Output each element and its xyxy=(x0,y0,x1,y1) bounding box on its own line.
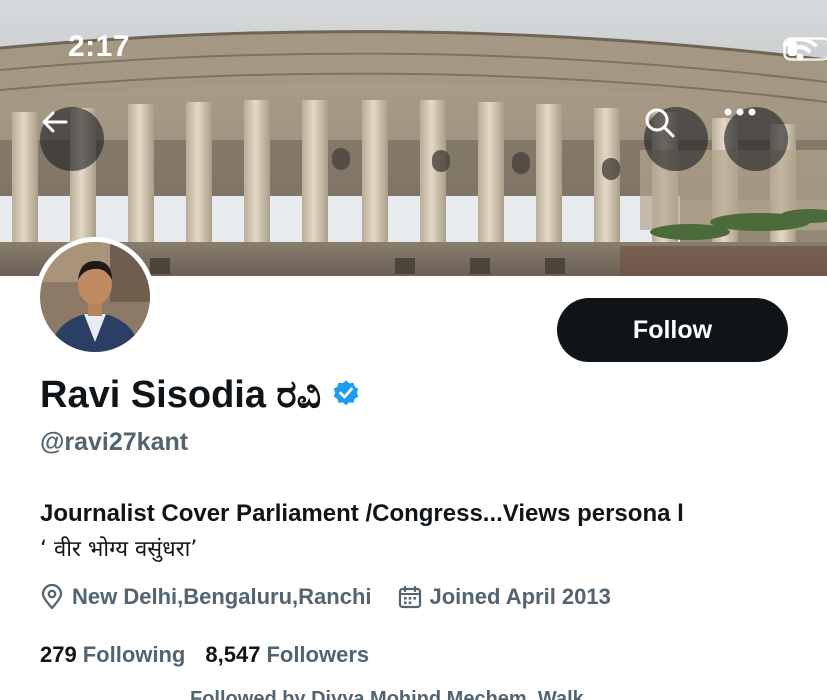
followers-label: Followers xyxy=(266,642,370,667)
profile-bio: Journalist Cover Parliament /Congress...… xyxy=(40,496,800,568)
following-count: 279 xyxy=(40,642,77,667)
avatar-photo xyxy=(40,242,150,352)
status-time: 2:17 xyxy=(68,30,131,63)
status-icons xyxy=(783,36,827,64)
profile-name-row: Ravi Sisodia ರವಿ xyxy=(40,374,361,417)
profile-meta: New Delhi,Bengaluru,Ranchi Joined April … xyxy=(40,584,611,610)
joined-item: Joined April 2013 xyxy=(398,584,611,610)
location-item: New Delhi,Bengaluru,Ranchi xyxy=(40,584,372,610)
profile-stats: 279 Following 8,547 Followers xyxy=(40,642,369,668)
more-options-button[interactable] xyxy=(724,107,788,171)
followers-count: 8,547 xyxy=(205,642,261,667)
followed-by-text[interactable]: Followed by Divya Mohind Mechem, Walk... xyxy=(190,688,600,700)
location-text: New Delhi,Bengaluru,Ranchi xyxy=(72,584,372,609)
calendar-icon xyxy=(398,585,422,609)
back-button[interactable] xyxy=(40,107,104,171)
following-label: Following xyxy=(82,642,186,667)
profile-banner[interactable]: 2:17 xyxy=(0,0,827,276)
display-name: Ravi Sisodia ರವಿ xyxy=(40,374,322,416)
avatar[interactable] xyxy=(35,237,155,357)
verified-badge-icon[interactable] xyxy=(331,378,361,413)
bio-line-1: Journalist Cover Parliament /Congress...… xyxy=(40,500,684,527)
joined-text: Joined April 2013 xyxy=(429,584,611,609)
bio-line-2: ‘ वीर भोग्य वसुंधरा’ xyxy=(40,537,198,562)
followers-link[interactable]: 8,547 Followers xyxy=(205,642,369,668)
location-pin-icon xyxy=(40,584,64,610)
search-button[interactable] xyxy=(644,107,708,171)
following-link[interactable]: 279 Following xyxy=(40,642,185,668)
user-handle: @ravi27kant xyxy=(40,428,189,456)
follow-button[interactable]: Follow xyxy=(557,298,788,362)
